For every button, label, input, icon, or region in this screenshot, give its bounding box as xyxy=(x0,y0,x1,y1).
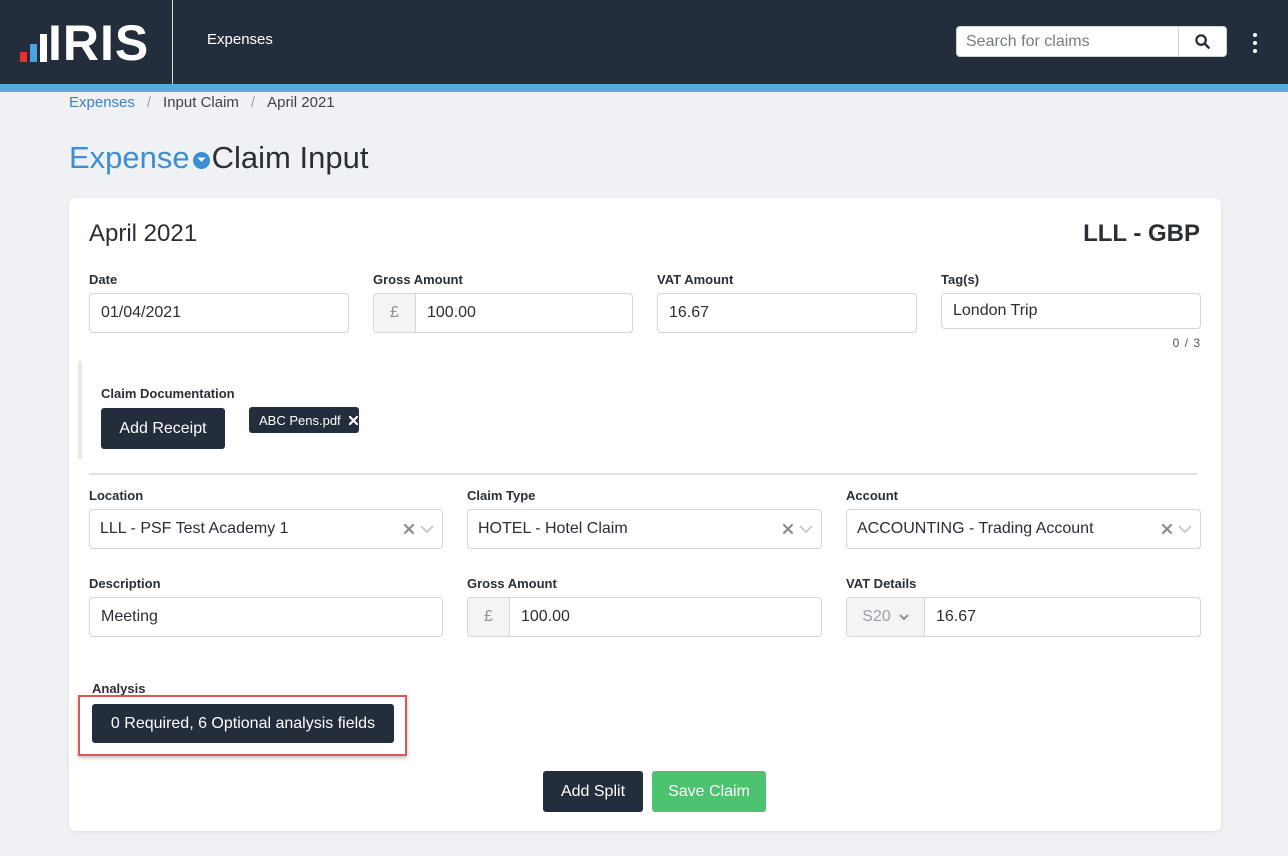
add-receipt-button[interactable]: Add Receipt xyxy=(101,408,225,449)
account-value: ACCOUNTING - Trading Account xyxy=(857,520,1094,537)
logo-bar-blue xyxy=(30,44,37,62)
gross-amount-value: 100.00 xyxy=(427,304,476,321)
chevron-down-icon xyxy=(899,613,909,620)
split-gross-amount-label: Gross Amount xyxy=(467,576,557,591)
search-button[interactable] xyxy=(1178,27,1226,56)
claim-type-select[interactable]: HOTEL - Hotel Claim xyxy=(467,509,822,549)
split-gross-amount-value: 100.00 xyxy=(521,608,570,625)
account-select[interactable]: ACCOUNTING - Trading Account xyxy=(846,509,1201,549)
attachment-name[interactable]: ABC Pens.pdf xyxy=(259,413,341,428)
page-title: Expense Claim Input xyxy=(69,140,368,176)
save-claim-button[interactable]: Save Claim xyxy=(652,771,766,812)
date-field[interactable]: 01/04/2021 xyxy=(89,293,349,333)
nav-divider xyxy=(172,0,173,84)
header-accent-stripe xyxy=(0,84,1288,92)
clear-icon[interactable] xyxy=(404,524,414,534)
chevron-down-icon[interactable] xyxy=(1178,524,1192,534)
vat-amount-value: 16.67 xyxy=(669,304,710,321)
vat-details-field: S20 16.67 xyxy=(846,597,1201,637)
vat-code-value: S20 xyxy=(862,608,891,625)
page-title-text: Claim Input xyxy=(211,140,369,175)
logo-bar-white xyxy=(40,34,47,62)
gross-amount-field[interactable]: £ 100.00 xyxy=(373,293,633,333)
highlight-box xyxy=(78,695,407,756)
section-divider xyxy=(89,473,1197,475)
chevron-down-icon[interactable] xyxy=(192,151,210,169)
claim-documentation-label: Claim Documentation xyxy=(101,386,235,401)
documentation-left-border xyxy=(78,361,82,459)
breadcrumb-separator: / xyxy=(250,94,256,111)
page-title-dropdown[interactable]: Expense xyxy=(69,140,190,176)
breadcrumb: Expenses / Input Claim / April 2021 xyxy=(69,94,335,111)
kebab-menu-icon[interactable] xyxy=(1246,33,1264,53)
claim-period-heading: April 2021 xyxy=(89,220,198,247)
clear-icon[interactable] xyxy=(1162,524,1172,534)
split-gross-amount-field[interactable]: £ 100.00 xyxy=(467,597,822,637)
logo-text: IRIS xyxy=(48,15,150,71)
account-label: Account xyxy=(846,488,898,503)
clear-icon[interactable] xyxy=(783,524,793,534)
location-select[interactable]: LLL - PSF Test Academy 1 xyxy=(89,509,443,549)
tags-label: Tag(s) xyxy=(941,272,980,287)
nav-item-expenses[interactable]: Expenses xyxy=(207,31,273,48)
logo-bar-red xyxy=(20,52,27,62)
breadcrumb-input-claim: Input Claim xyxy=(163,94,239,111)
search-box xyxy=(956,26,1227,57)
description-field[interactable]: Meeting xyxy=(89,597,443,637)
currency-prefix: £ xyxy=(374,294,416,332)
claim-currency: LLL - GBP xyxy=(1083,220,1200,247)
chevron-down-icon[interactable] xyxy=(799,524,813,534)
attachment-chip: ABC Pens.pdf xyxy=(249,407,359,433)
location-label: Location xyxy=(89,488,144,503)
gross-amount-label: Gross Amount xyxy=(373,272,463,287)
chevron-down-icon[interactable] xyxy=(420,524,434,534)
date-label: Date xyxy=(89,272,118,287)
vat-details-value[interactable]: 16.67 xyxy=(925,608,976,626)
vat-amount-field[interactable]: 16.67 xyxy=(657,293,917,333)
claim-type-value: HOTEL - Hotel Claim xyxy=(478,520,628,537)
description-label: Description xyxy=(89,576,161,591)
tag-value: London Trip xyxy=(953,302,1038,319)
breadcrumb-expenses[interactable]: Expenses xyxy=(69,94,135,111)
currency-prefix: £ xyxy=(468,598,510,636)
tags-counter: 0 / 3 xyxy=(1172,336,1201,350)
tags-input[interactable]: London Trip xyxy=(941,293,1201,329)
date-value: 01/04/2021 xyxy=(101,304,182,321)
close-icon[interactable] xyxy=(348,415,358,425)
location-value: LLL - PSF Test Academy 1 xyxy=(100,520,289,537)
iris-logo[interactable]: IRIS xyxy=(16,15,156,71)
search-input[interactable] xyxy=(957,27,1179,56)
breadcrumb-separator: / xyxy=(146,94,152,111)
claim-type-label: Claim Type xyxy=(467,488,536,503)
vat-code-select[interactable]: S20 xyxy=(847,598,925,636)
analysis-label: Analysis xyxy=(92,681,146,696)
vat-details-label: VAT Details xyxy=(846,576,917,591)
top-navbar: IRIS Expenses xyxy=(0,0,1288,92)
vat-amount-label: VAT Amount xyxy=(657,272,734,287)
search-icon xyxy=(1195,34,1210,49)
description-value: Meeting xyxy=(101,608,158,625)
breadcrumb-current: April 2021 xyxy=(267,94,335,111)
add-split-button[interactable]: Add Split xyxy=(543,771,643,812)
